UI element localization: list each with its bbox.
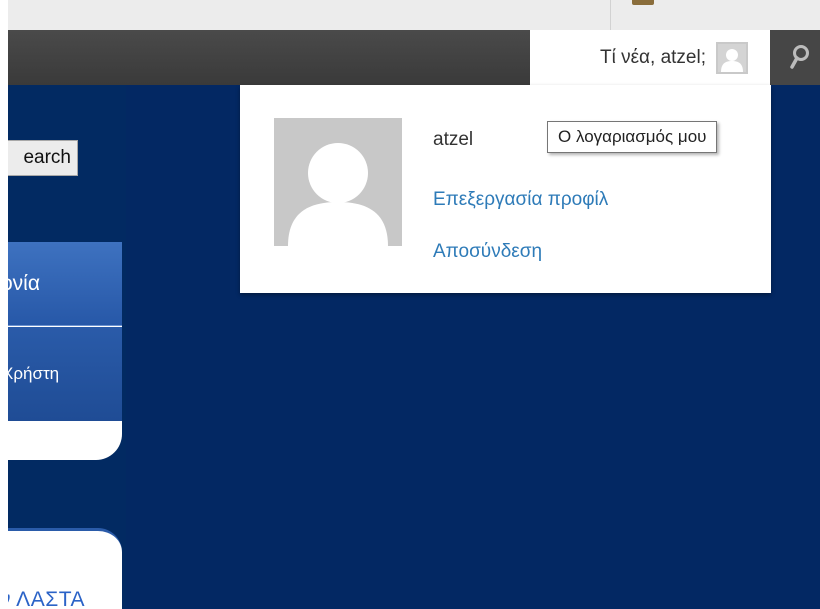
page: Τί νέα, atzel; earch ονία Χρήστη ν ΛΑΣΤΑ xyxy=(0,0,820,609)
logout-link[interactable]: Αποσύνδεση xyxy=(433,241,542,263)
sidebar-nav-label: Χρήστη xyxy=(8,364,60,383)
sidebar-nav-label: ονία xyxy=(8,271,40,295)
dropdown-username[interactable]: atzel xyxy=(433,129,473,151)
tab-divider xyxy=(610,0,611,30)
user-account-dropdown: atzel Επεξεργασία προφίλ Αποσύνδεση xyxy=(240,85,771,293)
left-gutter xyxy=(0,0,8,609)
tooltip: Ο λογαριασμός μου xyxy=(547,121,718,153)
search-icon xyxy=(790,45,809,69)
profile-avatar[interactable] xyxy=(274,118,402,246)
tooltip-text: Ο λογαριασμός μου xyxy=(558,127,707,146)
my-account-menu[interactable]: Τί νέα, atzel; xyxy=(530,30,770,85)
browser-tab-strip xyxy=(0,0,820,30)
sidebar-nav-item[interactable]: ονία xyxy=(8,242,122,326)
sidebar-search-button[interactable]: earch xyxy=(8,140,78,176)
search-button-label: earch xyxy=(23,147,71,168)
sidebar-bottom-link[interactable]: ν ΛΑΣΤΑ xyxy=(8,588,85,609)
sidebar-bottom-card: ν ΛΑΣΤΑ xyxy=(8,528,122,609)
sidebar-nav-item[interactable]: Χρήστη xyxy=(8,327,122,421)
edit-profile-link[interactable]: Επεξεργασία προφίλ xyxy=(433,189,608,211)
admin-search-button[interactable] xyxy=(770,30,820,85)
howdy-text: Τί νέα, atzel; xyxy=(599,46,706,68)
tab-favicon-icon xyxy=(632,0,654,5)
user-avatar-icon xyxy=(716,41,748,74)
sidebar-nav-panel: ονία Χρήστη xyxy=(8,242,122,460)
default-avatar-icon xyxy=(274,118,402,246)
